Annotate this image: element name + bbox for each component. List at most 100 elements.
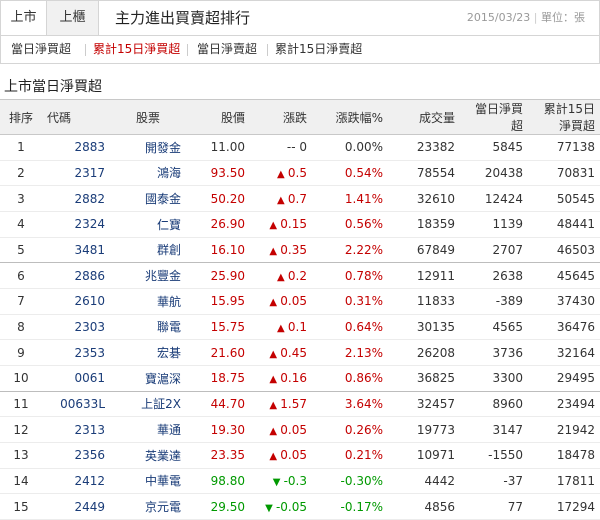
cell-code[interactable]: 2449 bbox=[42, 493, 110, 520]
col-price: 股價 bbox=[186, 99, 250, 135]
cell-rank: 15 bbox=[0, 493, 42, 520]
cell-volume: 10971 bbox=[388, 442, 460, 469]
cell-stock-name[interactable]: 鴻海 bbox=[110, 160, 186, 187]
cell-change: ▲ 0.05 bbox=[250, 442, 312, 469]
cell-code[interactable]: 2886 bbox=[42, 262, 110, 289]
table-row: 7 2610 華航 15.95 ▲ 0.05 0.31% 11833 -389 37430 bbox=[0, 288, 600, 315]
subnav-15day-net-sell[interactable]: 累計15日淨賣超 bbox=[275, 36, 362, 62]
section-title: 上市當日淨買超 bbox=[4, 79, 102, 95]
page-title: 主力進出買賣超排行 bbox=[115, 9, 251, 27]
cell-change: ▲ 0.1 bbox=[250, 314, 312, 341]
sub-navigation: 當日淨買超 累計15日淨買超 當日淨賣超 累計15日淨賣超 bbox=[0, 36, 600, 64]
cell-daily-net-buy: 3147 bbox=[460, 416, 528, 443]
col-15day-net-buy: 累計15日淨買超 bbox=[528, 99, 600, 135]
cell-code[interactable]: 2412 bbox=[42, 468, 110, 495]
table-row: 3 2882 國泰金 50.20 ▲ 0.7 1.41% 32610 12424 50545 bbox=[0, 185, 600, 212]
cell-change-pct: 1.41% bbox=[312, 185, 388, 212]
change-value: -0.05 bbox=[275, 499, 307, 514]
cell-stock-name[interactable]: 宏碁 bbox=[110, 339, 186, 366]
change-value: -0.3 bbox=[283, 473, 307, 488]
cell-change: ▲ 0.5 bbox=[250, 160, 312, 187]
cell-stock-name[interactable]: 中華電 bbox=[110, 468, 186, 495]
cell-code[interactable]: 0061 bbox=[42, 365, 110, 392]
change-value: 1.57 bbox=[280, 396, 307, 411]
cell-code[interactable]: 2353 bbox=[42, 339, 110, 366]
table-row: 8 2303 聯電 15.75 ▲ 0.1 0.64% 30135 4565 36476 bbox=[0, 314, 600, 341]
cell-price: 21.60 bbox=[186, 339, 250, 366]
cell-stock-name[interactable]: 寶滬深 bbox=[110, 365, 186, 392]
change-value: 0.16 bbox=[280, 371, 307, 386]
cell-code[interactable]: 3481 bbox=[42, 237, 110, 264]
cell-stock-name[interactable]: 華航 bbox=[110, 288, 186, 315]
subnav-divider bbox=[267, 44, 268, 56]
cell-change: ▲ 0.05 bbox=[250, 288, 312, 315]
tab-otc[interactable]: 上櫃 bbox=[47, 1, 99, 35]
subnav-daily-net-buy[interactable]: 當日淨買超 bbox=[11, 36, 71, 62]
cell-code[interactable]: 00633L bbox=[42, 391, 110, 418]
triangle-up-icon: ▲ bbox=[269, 245, 281, 257]
triangle-up-icon: ▲ bbox=[277, 271, 288, 283]
cell-stock-name[interactable]: 京元電 bbox=[110, 493, 186, 520]
table-row: 5 3481 群創 16.10 ▲ 0.35 2.22% 67849 2707 46503 bbox=[0, 237, 600, 264]
cell-volume: 78554 bbox=[388, 160, 460, 187]
cell-stock-name[interactable]: 華通 bbox=[110, 416, 186, 443]
cell-code[interactable]: 2356 bbox=[42, 442, 110, 469]
cell-rank: 5 bbox=[0, 237, 42, 264]
cell-price: 15.95 bbox=[186, 288, 250, 315]
cell-code[interactable]: 2317 bbox=[42, 160, 110, 187]
cell-price: 18.75 bbox=[186, 365, 250, 392]
cell-stock-name[interactable]: 仁寶 bbox=[110, 211, 186, 238]
top-bar: 上市 上櫃 主力進出買賣超排行 2015/03/23 | 單位：張 bbox=[0, 0, 600, 36]
cell-change-pct: -0.17% bbox=[312, 493, 388, 520]
col-stock: 股票 bbox=[110, 99, 186, 135]
cell-volume: 19773 bbox=[388, 416, 460, 443]
col-daily-net-buy: 當日淨買超 bbox=[460, 99, 528, 135]
cell-stock-name[interactable]: 兆豐金 bbox=[110, 262, 186, 289]
cell-volume: 30135 bbox=[388, 314, 460, 341]
cell-daily-net-buy: 1139 bbox=[460, 211, 528, 238]
triangle-up-icon: ▲ bbox=[269, 348, 281, 360]
cell-code[interactable]: 2313 bbox=[42, 416, 110, 443]
cell-stock-name[interactable]: 聯電 bbox=[110, 314, 186, 341]
triangle-up-icon: ▲ bbox=[277, 322, 288, 334]
tab-listed[interactable]: 上市 bbox=[1, 1, 47, 35]
cell-stock-name[interactable]: 國泰金 bbox=[110, 185, 186, 212]
cell-15day-net-buy: 23494 bbox=[528, 391, 600, 418]
cell-price: 50.20 bbox=[186, 185, 250, 212]
table-row: 10 0061 寶滬深 18.75 ▲ 0.16 0.86% 36825 3300 29495 bbox=[0, 365, 600, 392]
subnav-15day-net-buy[interactable]: 累計15日淨買超 bbox=[93, 36, 180, 62]
cell-daily-net-buy: -389 bbox=[460, 288, 528, 315]
cell-change-pct: 3.64% bbox=[312, 391, 388, 418]
cell-daily-net-buy: 20438 bbox=[460, 160, 528, 187]
cell-volume: 4442 bbox=[388, 468, 460, 495]
unit-label: 單位：張 bbox=[541, 11, 585, 24]
cell-change: ▲ 0.7 bbox=[250, 185, 312, 212]
table-row: 15 2449 京元電 29.50 ▼ -0.05 -0.17% 4856 77 17294 bbox=[0, 493, 600, 520]
cell-price: 25.90 bbox=[186, 262, 250, 289]
cell-rank: 13 bbox=[0, 442, 42, 469]
cell-rank: 9 bbox=[0, 339, 42, 366]
cell-stock-name[interactable]: 開發金 bbox=[110, 134, 186, 161]
cell-code[interactable]: 2882 bbox=[42, 185, 110, 212]
table-row: 12 2313 華通 19.30 ▲ 0.05 0.26% 19773 3147 21942 bbox=[0, 416, 600, 443]
subnav-divider bbox=[187, 44, 188, 56]
cell-code[interactable]: 2610 bbox=[42, 288, 110, 315]
cell-daily-net-buy: 3736 bbox=[460, 339, 528, 366]
cell-rank: 10 bbox=[0, 365, 42, 392]
cell-change-pct: 0.00% bbox=[312, 134, 388, 161]
cell-code[interactable]: 2303 bbox=[42, 314, 110, 341]
cell-change-pct: 0.31% bbox=[312, 288, 388, 315]
cell-stock-name[interactable]: 上証2X bbox=[110, 391, 186, 418]
cell-code[interactable]: 2324 bbox=[42, 211, 110, 238]
cell-rank: 8 bbox=[0, 314, 42, 341]
cell-change-pct: 2.13% bbox=[312, 339, 388, 366]
cell-stock-name[interactable]: 群創 bbox=[110, 237, 186, 264]
change-value: 0.05 bbox=[280, 422, 307, 437]
subnav-daily-net-sell[interactable]: 當日淨賣超 bbox=[197, 36, 257, 62]
cell-stock-name[interactable]: 英業達 bbox=[110, 442, 186, 469]
cell-15day-net-buy: 32164 bbox=[528, 339, 600, 366]
cell-change-pct: 0.54% bbox=[312, 160, 388, 187]
cell-code[interactable]: 2883 bbox=[42, 134, 110, 161]
cell-change: ▲ 0.2 bbox=[250, 262, 312, 289]
triangle-down-icon: ▼ bbox=[272, 476, 284, 488]
